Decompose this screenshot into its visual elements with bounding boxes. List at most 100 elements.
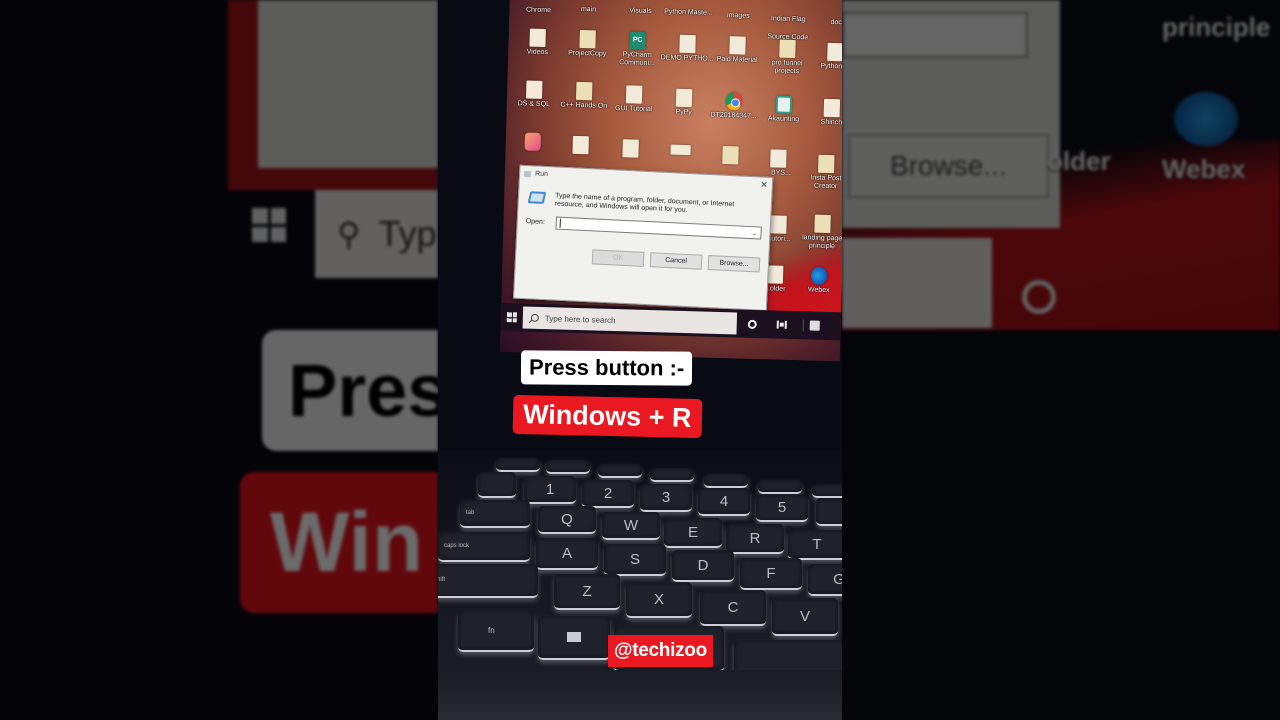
- key-s: S: [604, 544, 666, 576]
- key-e: E: [664, 518, 722, 548]
- key-4: 4: [698, 488, 750, 516]
- key-tab: tab: [460, 500, 530, 528]
- desktop-icon[interactable]: Shinch: [804, 98, 842, 127]
- desktop-icon[interactable]: DT20184347...: [706, 92, 761, 121]
- desktop-icon[interactable]: Videos: [510, 28, 565, 57]
- key: [546, 460, 590, 474]
- start-button[interactable]: [501, 312, 523, 323]
- key-fn: fn: [458, 610, 534, 652]
- key-windows: [538, 616, 610, 660]
- search-placeholder: Type here to search: [544, 313, 616, 325]
- key-q: Q: [538, 506, 596, 534]
- cortana-icon: [747, 319, 757, 329]
- file-icon: [729, 36, 746, 55]
- desktop-icon[interactable]: C++ Hands On: [557, 81, 612, 110]
- key-6: [816, 498, 842, 526]
- video-frame: ⚲ Typ Pres Win Browse... principle older…: [0, 0, 1280, 720]
- file-icon: [770, 215, 787, 234]
- desktop-icon[interactable]: [703, 145, 758, 166]
- key-a: A: [536, 538, 598, 570]
- chevron-down-icon[interactable]: ⌄: [751, 229, 757, 237]
- shortcut-caption: Windows + R: [512, 394, 702, 439]
- desktop-icon[interactable]: Insta Post Creator: [799, 154, 842, 191]
- run-app-icon: [523, 170, 532, 177]
- backdrop-cortana-icon: [1022, 280, 1056, 314]
- folder-icon: [779, 39, 796, 58]
- backdrop-windows-caption: Win: [240, 472, 438, 613]
- taskbar: Type here to search: [500, 302, 842, 341]
- folder-icon: [722, 146, 739, 165]
- key-5: 5: [756, 494, 808, 522]
- file-icon: [679, 34, 696, 54]
- key-v: V: [772, 598, 838, 636]
- taskbar-search-box[interactable]: Type here to search: [522, 306, 738, 335]
- backdrop-browse-button: Browse...: [848, 134, 1049, 198]
- blank-file-icon: [670, 144, 691, 156]
- key-w: W: [602, 512, 660, 540]
- desktop-icon[interactable]: GUI Tutorial: [607, 85, 662, 114]
- key-f: F: [740, 558, 802, 590]
- key-shift: shift: [438, 564, 538, 598]
- open-label: Open:: [525, 218, 546, 226]
- key-d: D: [672, 550, 734, 582]
- file-icon: [827, 42, 842, 62]
- desktop-icon[interactable]: ProjectCopy: [560, 29, 615, 58]
- backdrop-windows-logo-icon: [252, 208, 286, 242]
- desktop-icon[interactable]: [505, 132, 560, 153]
- file-icon: [525, 80, 543, 99]
- video-column: Chrome main Visuals Python Maste... imag…: [438, 0, 842, 720]
- desktop-icon[interactable]: Paid Material: [710, 36, 765, 65]
- desktop-icon[interactable]: [653, 144, 707, 158]
- windows-key-icon: [567, 632, 581, 642]
- pinned-app-icon[interactable]: [809, 320, 820, 331]
- file-icon: [572, 135, 589, 155]
- desktop-icon[interactable]: Webex: [792, 266, 842, 295]
- file-icon: [625, 85, 643, 104]
- desktop-icon[interactable]: DEMO PYTHO...: [660, 34, 715, 63]
- browse-button[interactable]: Browse...: [707, 255, 761, 273]
- key-2: 2: [582, 480, 634, 508]
- app-icon: [524, 132, 542, 151]
- desktop-icon[interactable]: PyPy: [657, 88, 712, 117]
- desktop-icon[interactable]: [553, 135, 608, 156]
- file-icon: [766, 265, 784, 284]
- task-view-button[interactable]: [767, 320, 797, 329]
- close-icon[interactable]: ✕: [760, 179, 768, 190]
- desktop-icon[interactable]: ...BYS...: [751, 149, 806, 178]
- ok-button[interactable]: OK: [591, 249, 645, 267]
- cortana-button[interactable]: [737, 319, 767, 329]
- folder-icon: [818, 154, 835, 174]
- desktop-icon[interactable]: PC PyCharm Communi...: [610, 31, 665, 68]
- key-caps-lock: caps lock: [438, 532, 530, 562]
- desktop-icon[interactable]: [603, 139, 658, 160]
- run-title: Run: [534, 170, 549, 179]
- cancel-button[interactable]: Cancel: [649, 252, 703, 270]
- folder-icon: [579, 29, 596, 49]
- desktop-icon[interactable]: pro funnel projects: [760, 39, 815, 76]
- file-icon: [770, 149, 787, 168]
- file-icon: [622, 139, 639, 158]
- key-r: R: [726, 524, 784, 554]
- file-icon: [675, 88, 693, 108]
- run-program-icon: [527, 191, 547, 204]
- folder-icon: [814, 214, 831, 234]
- chrome-icon: [725, 92, 743, 111]
- search-icon: [530, 313, 539, 322]
- desktop-icon[interactable]: landing page principle: [795, 214, 842, 251]
- desktop-icon[interactable]: DS & SQL: [507, 80, 562, 109]
- file-icon: [529, 28, 546, 48]
- key: [704, 474, 748, 488]
- key-backtick: [478, 472, 516, 498]
- desktop-top-row: Chrome main Visuals Python Maste... imag…: [525, 5, 842, 42]
- desktop-icon[interactable]: Akaunting: [756, 95, 811, 124]
- backdrop-search-fragment: ⚲ Typ: [315, 190, 438, 278]
- backdrop-press-caption: Pres: [262, 330, 438, 451]
- windows-logo-icon: [506, 312, 518, 323]
- key-t: T: [788, 530, 842, 560]
- key-g: G: [808, 564, 842, 596]
- key: [598, 464, 642, 478]
- instruction-caption: Press button :-: [520, 350, 693, 386]
- desktop-icon[interactable]: Python lo: [808, 42, 842, 71]
- blurred-backdrop-left: ⚲ Typ Pres Win: [0, 0, 438, 720]
- laptop-keyboard: 1 2 3 4 5 tab Q W E R T caps lock A S D …: [438, 450, 842, 720]
